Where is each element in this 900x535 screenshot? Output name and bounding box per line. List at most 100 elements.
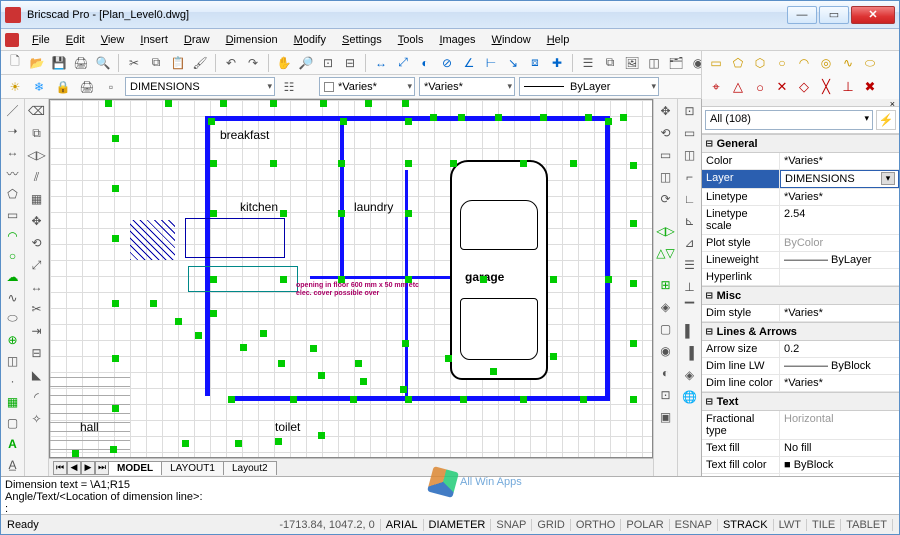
status-toggle-arial[interactable]: ARIAL [381,519,424,531]
lineweight-combo[interactable]: ByLayer [519,77,659,96]
prop-value[interactable]: *Varies* [780,305,899,321]
snap-quad-icon[interactable]: ◇ [794,77,814,97]
snap-node-icon[interactable]: ✕ [772,77,792,97]
world-icon[interactable]: 🌐 [680,387,700,407]
trim-icon[interactable]: ✂ [27,299,47,319]
xref-icon[interactable]: ⧉ [600,53,620,73]
prop-row[interactable]: Arrow size0.2 [702,341,899,358]
preview-icon[interactable]: 🔍 [93,53,113,73]
prop-row[interactable]: Hyperlink [702,269,899,286]
cut-icon[interactable]: ✂ [124,53,144,73]
rect-icon[interactable]: ▭ [706,53,726,73]
prop-value[interactable] [780,269,899,285]
prop-row[interactable]: Plot styleByColor [702,235,899,252]
side-icon[interactable]: ▐ [680,343,700,363]
pline-icon[interactable]: 〰 [3,164,23,183]
status-toggle-diameter[interactable]: DIAMETER [424,519,492,531]
erase-icon[interactable]: ⌫ [27,101,47,121]
tab-model[interactable]: MODEL [108,461,162,475]
menu-help[interactable]: Help [540,32,577,48]
status-toggle-polar[interactable]: POLAR [621,519,669,531]
zoom-prev-icon[interactable]: ⊟ [340,53,360,73]
iso-icon[interactable]: ◈ [656,297,676,317]
ortho2-icon[interactable]: ⊥ [680,277,700,297]
circ-icon[interactable]: ○ [772,53,792,73]
extend-icon[interactable]: ⇥ [27,321,47,341]
status-toggle-tablet[interactable]: TABLET [841,519,893,531]
ucs-icon[interactable]: ⌐ [680,167,700,187]
3d-icon[interactable]: ◉ [656,341,676,361]
prop-value[interactable]: ByColor [780,235,899,251]
refresh-icon[interactable]: ⟳ [656,189,676,209]
quick-select-icon[interactable]: ⚡ [876,110,896,130]
prop-value[interactable]: Horizontal [780,411,899,439]
status-toggle-grid[interactable]: GRID [532,519,571,531]
zoom-win-icon[interactable]: ⊡ [318,53,338,73]
status-toggle-strack[interactable]: STRACK [718,519,774,531]
menu-view[interactable]: View [94,32,132,48]
shade-icon[interactable]: ◐ [656,363,676,383]
tab-next-icon[interactable]: ▶ [81,461,95,475]
orbit-icon[interactable]: ⟲ [656,123,676,143]
layers-mgr-icon[interactable]: ☷ [279,77,299,97]
prop-value[interactable]: *Varies* [780,189,899,205]
block-icon[interactable]: ◫ [644,53,664,73]
prop-row[interactable]: Text color*Varies* [702,474,899,476]
pan2-icon[interactable]: ✥ [656,101,676,121]
menu-file[interactable]: File [25,32,57,48]
maximize-button[interactable]: ▭ [819,6,849,24]
hatch-icon[interactable]: ▦ [3,393,23,412]
break-icon[interactable]: ⊟ [27,343,47,363]
snap-end-icon[interactable]: ⌖ [706,77,726,97]
print-icon[interactable]: 🖨 [71,53,91,73]
prop-value[interactable]: 2.54 [780,206,899,234]
prop-category[interactable]: ⊟ Lines & Arrows [702,322,899,341]
layer-color-icon[interactable]: ▫ [101,77,121,97]
prop-category[interactable]: ⊟ Misc [702,286,899,305]
dim-radius-icon[interactable]: ◐ [415,53,435,73]
color-combo[interactable]: *Varies* [319,77,415,96]
layer-combo[interactable]: DIMENSIONS [125,77,275,96]
new-icon[interactable]: 🗋 [5,53,25,73]
dim-ord-icon[interactable]: ⊢ [481,53,501,73]
tab-layout1[interactable]: LAYOUT1 [161,461,224,475]
dim-aligned-icon[interactable]: ⤢ [393,53,413,73]
prop-value[interactable]: ———— ByLayer [780,252,899,268]
status-toggle-ortho[interactable]: ORTHO [571,519,622,531]
prop-row[interactable]: Color*Varies* [702,153,899,170]
menu-images[interactable]: Images [432,32,482,48]
prop-value[interactable]: 0.2 [780,341,899,357]
prop-row[interactable]: Dim line LW———— ByBlock [702,358,899,375]
stretch-icon[interactable]: ↔ [27,277,47,297]
menu-tools[interactable]: Tools [391,32,431,48]
point-icon[interactable]: · [3,372,23,391]
dim-tol-icon[interactable]: ⧈ [525,53,545,73]
tab-layout2[interactable]: Layout2 [223,461,277,475]
panel-close-icon[interactable]: × [702,99,899,107]
snap-none-icon[interactable]: ✖ [860,77,880,97]
mirror2-icon[interactable]: ◁▷ [656,221,676,241]
iso2-icon[interactable]: ◈ [680,365,700,385]
xline-icon[interactable]: ↔ [3,143,23,162]
menu-edit[interactable]: Edit [59,32,92,48]
front-icon[interactable]: ▌ [680,321,700,341]
rect2-icon[interactable]: ▭ [3,205,23,224]
tab-prev-icon[interactable]: ◀ [67,461,81,475]
dim-linear-icon[interactable]: ↔ [371,53,391,73]
prop-row[interactable]: Fractional typeHorizontal [702,411,899,440]
flip-icon[interactable]: △▽ [656,243,676,263]
prop-value[interactable]: ■ ByBlock [780,457,899,473]
poly2-icon[interactable]: ⬡ [750,53,770,73]
line-icon[interactable]: ／ [3,101,23,120]
donut-icon[interactable]: ◎ [816,53,836,73]
layer-state-icon[interactable]: ☀ [5,77,25,97]
drawing-canvas[interactable]: breakfast kitchen laundry garage toilet … [49,99,653,458]
prop-value[interactable]: *Varies* [780,474,899,476]
polygon-icon[interactable]: ⬠ [3,185,23,204]
ellipse-icon[interactable]: ⬭ [860,53,880,73]
redo-icon[interactable]: ↷ [243,53,263,73]
status-toggle-lwt[interactable]: LWT [774,519,807,531]
pan-icon[interactable]: ✋ [274,53,294,73]
prop-row[interactable]: Linetype scale2.54 [702,206,899,235]
mirror-icon[interactable]: ◁▷ [27,145,47,165]
